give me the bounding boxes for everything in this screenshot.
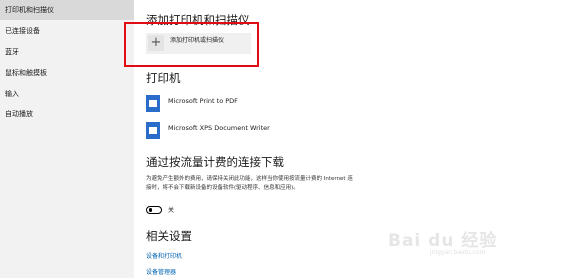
printer-icon	[146, 95, 160, 112]
toggle-state-label: 关	[168, 207, 175, 214]
sidebar: 打印机和扫描仪 已连接设备 蓝牙 鼠标和触摸板 输入 自动播放	[0, 0, 134, 278]
sidebar-item-connected-devices[interactable]: 已连接设备	[0, 21, 134, 41]
sidebar-item-mouse-touchpad[interactable]: 鼠标和触摸板	[0, 63, 134, 83]
sidebar-item-printers-scanners[interactable]: 打印机和扫描仪	[0, 0, 134, 20]
sidebar-item-typing[interactable]: 输入	[0, 84, 134, 104]
sidebar-item-autoplay[interactable]: 自动播放	[0, 104, 134, 124]
printer-item[interactable]: Microsoft Print to PDF	[146, 95, 306, 115]
printer-icon	[146, 122, 160, 139]
metered-download-heading: 通过按流量计费的连接下载	[146, 155, 284, 169]
printer-name: Microsoft Print to PDF	[168, 97, 238, 105]
device-manager-link[interactable]: 设备管理器	[146, 267, 176, 276]
devices-and-printers-link[interactable]: 设备和打印机	[146, 251, 182, 260]
watermark-logo: Bai du 经验	[388, 231, 498, 251]
sidebar-item-bluetooth[interactable]: 蓝牙	[0, 42, 134, 62]
printer-item[interactable]: Microsoft XPS Document Writer	[146, 122, 306, 142]
printer-name: Microsoft XPS Document Writer	[168, 124, 270, 132]
main-content: 添加打印机和扫描仪 + 添加打印机或扫描仪 打印机 Microsoft Prin…	[134, 0, 583, 278]
related-settings-heading: 相关设置	[146, 229, 192, 243]
add-printer-button[interactable]: + 添加打印机或扫描仪	[146, 33, 251, 54]
add-printers-heading: 添加打印机和扫描仪	[146, 13, 250, 27]
printers-heading: 打印机	[146, 71, 181, 85]
metered-download-description: 为避免产生额外的费用，请保持关闭此功能，这样当你使用按流量计费的 Interne…	[146, 176, 353, 191]
metered-download-toggle[interactable]	[146, 206, 162, 214]
watermark-url: jingyan.baidu.com	[430, 249, 486, 256]
add-printer-label: 添加打印机或扫描仪	[170, 37, 225, 44]
plus-icon: +	[148, 35, 164, 51]
